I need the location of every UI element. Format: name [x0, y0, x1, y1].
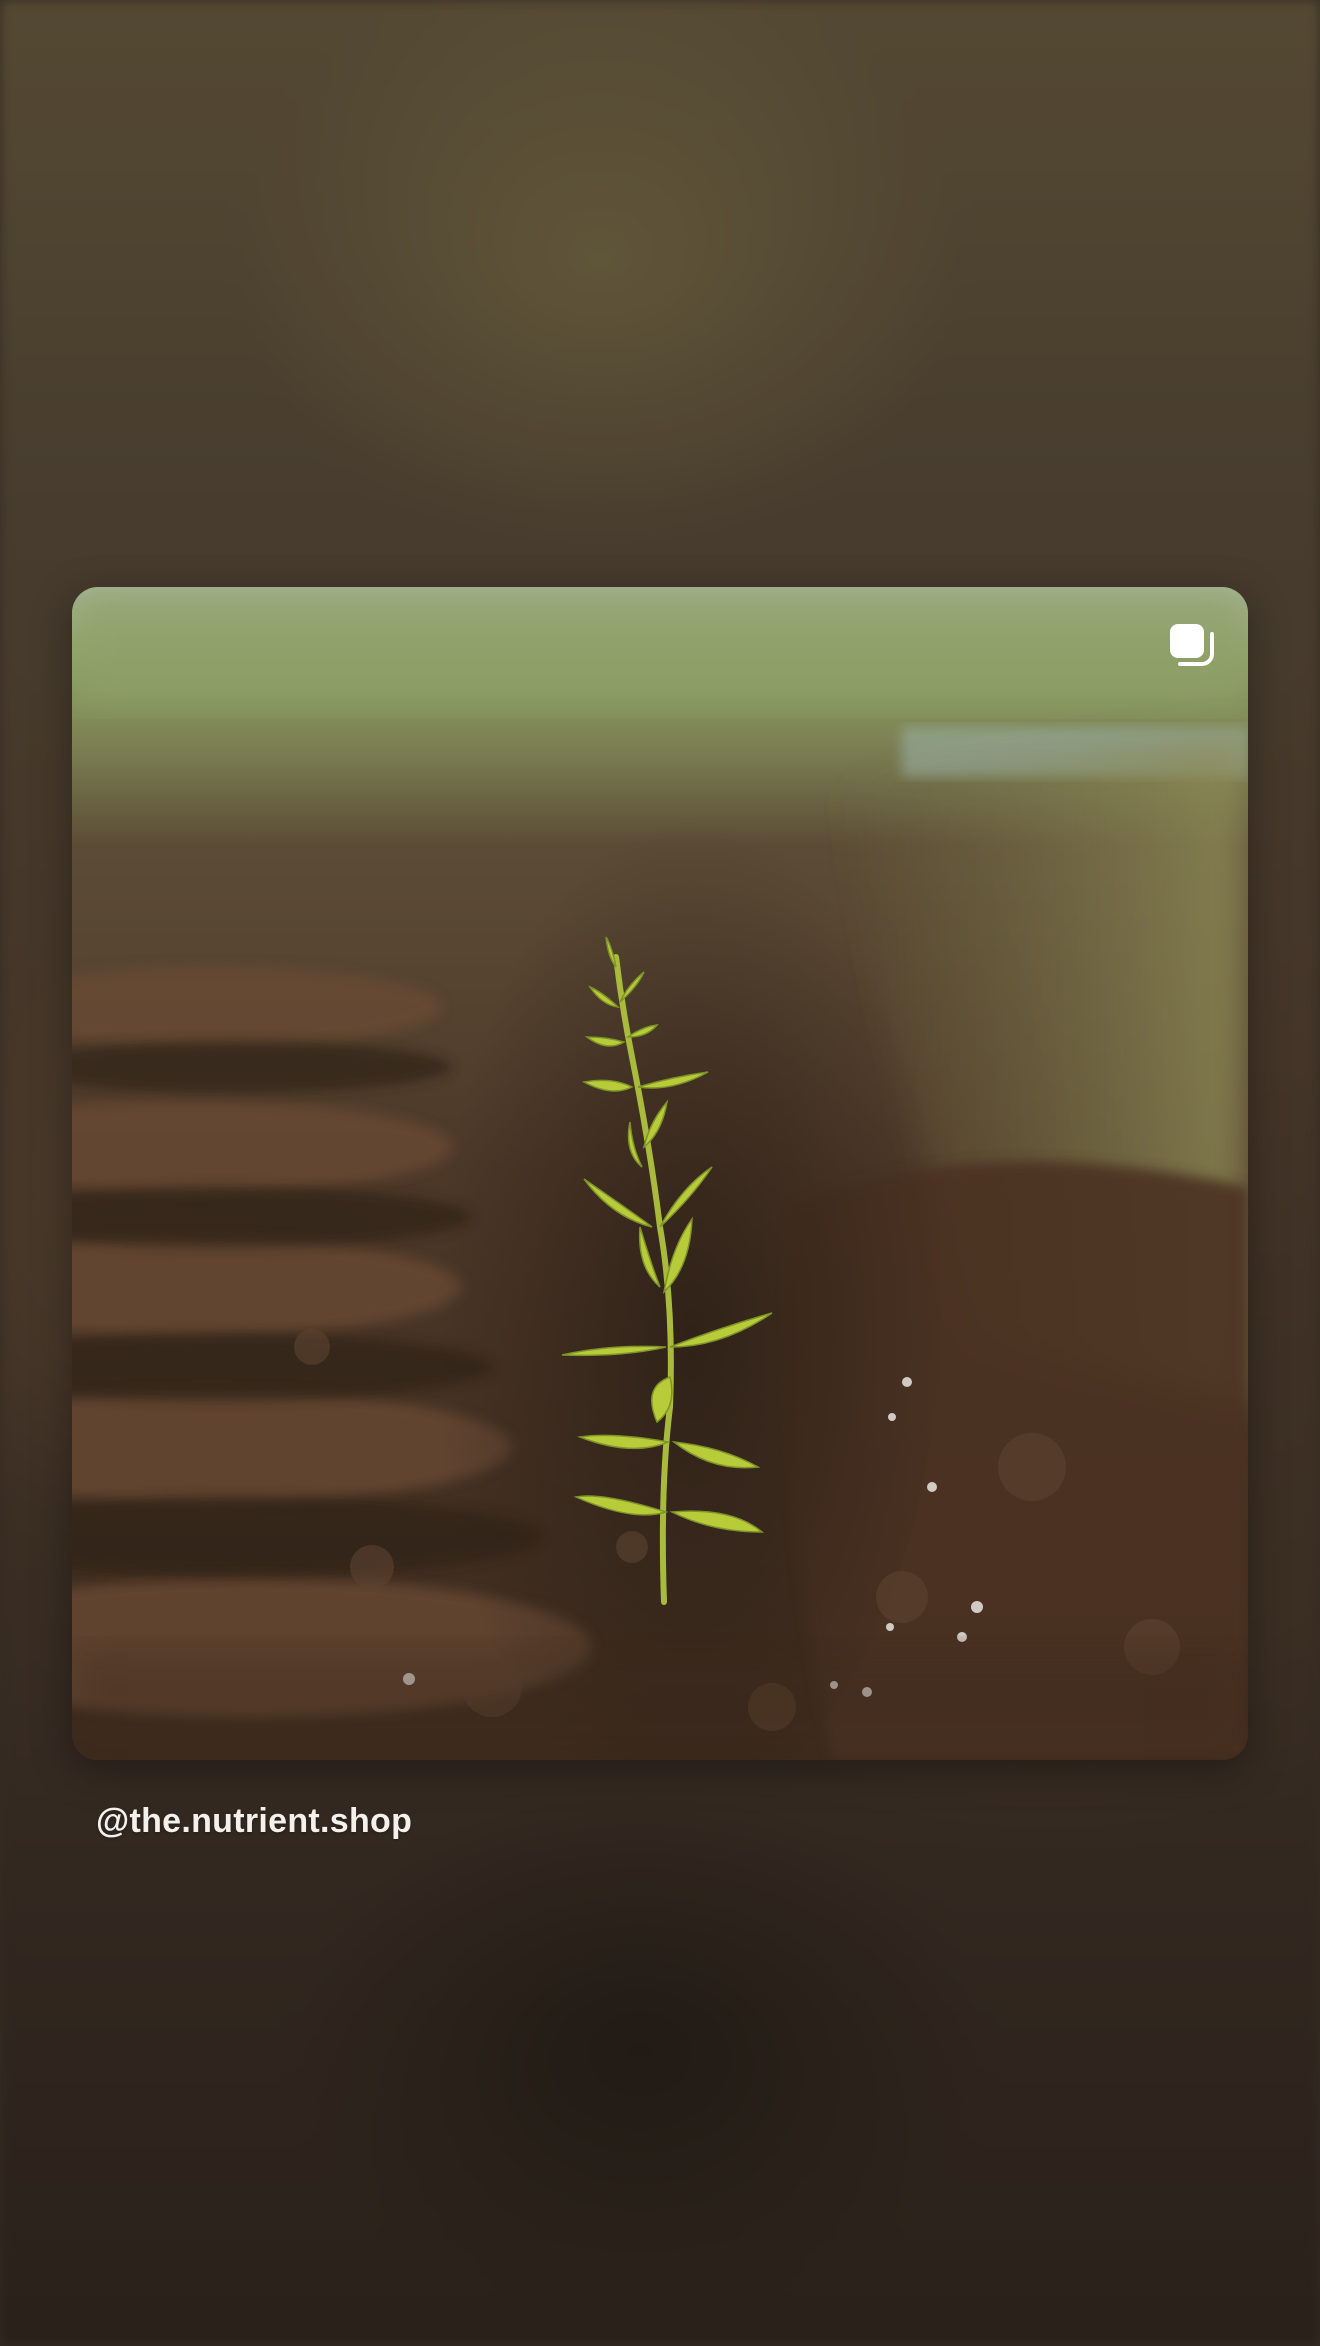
post-username-label[interactable]: @the.nutrient.shop — [96, 1802, 412, 1841]
post-image — [72, 587, 1248, 1760]
multiple-images-icon — [1170, 624, 1214, 666]
shared-post-card[interactable] — [72, 587, 1248, 1760]
